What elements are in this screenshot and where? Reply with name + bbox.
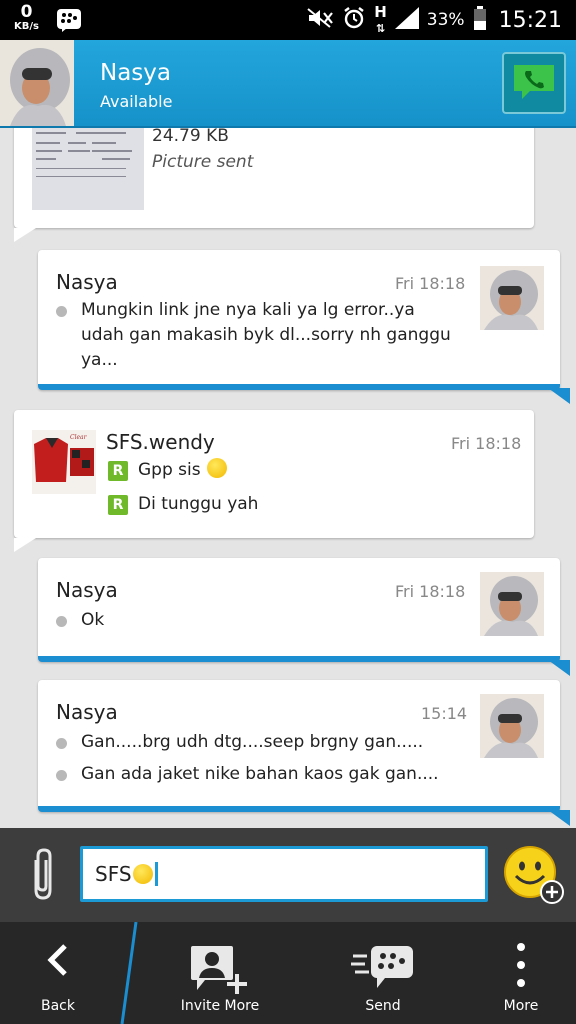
message-text: Ok xyxy=(81,610,105,630)
bullet-icon xyxy=(56,306,67,317)
bbm-send-icon xyxy=(351,944,415,994)
text-cursor xyxy=(154,862,158,886)
call-button[interactable] xyxy=(502,52,566,114)
message-sender: Nasya xyxy=(56,700,118,724)
status-bar: 0 KB/s H ⇅ 33% 15:21 xyxy=(0,0,576,40)
more-label: More xyxy=(503,998,539,1014)
bullet-icon xyxy=(56,738,67,749)
paperclip-icon[interactable] xyxy=(28,846,58,908)
chat-header: Nasya Available xyxy=(0,40,576,128)
back-label: Back xyxy=(41,998,75,1014)
bullet-icon xyxy=(56,770,67,781)
bubble-tail xyxy=(548,810,570,826)
network-speed: 0 KB/s xyxy=(14,4,39,32)
message-input[interactable]: SFS xyxy=(80,846,488,902)
picture-thumbnail[interactable] xyxy=(32,128,144,210)
bubble-tail xyxy=(14,538,36,552)
more-button[interactable]: More xyxy=(466,922,576,1024)
phone-icon xyxy=(512,61,556,105)
action-bar-divider xyxy=(120,922,138,1024)
sender-avatar: Clear xyxy=(32,430,96,494)
message-input-value: SFS xyxy=(95,862,132,886)
message-sender: Nasya xyxy=(56,578,118,602)
send-label: Send xyxy=(365,998,401,1014)
grin-emoji-icon xyxy=(206,458,227,478)
bubble-tail xyxy=(548,388,570,404)
message-list[interactable]: 24.79 KB Picture sent Nasya Fri 18:18 Mu… xyxy=(0,128,576,828)
message-time: Fri 18:18 xyxy=(395,274,466,293)
invite-more-button[interactable]: Invite More xyxy=(140,922,300,1024)
message-line: R Di tunggu yah xyxy=(108,492,258,517)
invite-more-label: Invite More xyxy=(180,998,260,1014)
message-bubble-picture[interactable]: 24.79 KB Picture sent xyxy=(14,128,534,242)
message-text: udah gan makasih byk dl...sorry nh gangg… xyxy=(81,325,451,345)
message-text: Gpp sis xyxy=(138,460,201,480)
alarm-icon xyxy=(342,6,366,34)
send-button[interactable]: Send xyxy=(322,922,444,1024)
composer: SFS xyxy=(0,828,576,922)
message-bubble-outgoing[interactable]: Clear SFS.wendy Fri 18:18 R Gpp sis R Di… xyxy=(14,410,534,552)
sender-avatar xyxy=(480,572,544,636)
message-bubble-incoming[interactable]: Nasya Fri 18:18 Mungkin link jne nya kal… xyxy=(38,250,570,404)
network-speed-unit: KB/s xyxy=(14,21,39,32)
message-time: Fri 18:18 xyxy=(451,434,522,453)
message-text: Di tunggu yah xyxy=(138,494,259,514)
message-time: 15:14 xyxy=(421,704,468,723)
bubble-tail xyxy=(14,228,36,242)
overflow-menu-icon xyxy=(515,942,527,992)
network-type-icon: H ⇅ xyxy=(374,3,387,35)
clock: 15:21 xyxy=(498,7,562,33)
add-contact-icon xyxy=(189,944,251,998)
message-text: Mungkin link jne nya kali ya lg error..y… xyxy=(81,300,415,320)
mute-icon xyxy=(306,7,334,33)
back-button[interactable]: Back xyxy=(0,922,116,1024)
signal-icon xyxy=(394,7,419,33)
message-line: Ok xyxy=(56,608,104,633)
network-type-label: H xyxy=(374,3,387,21)
network-speed-value: 0 xyxy=(20,2,33,22)
battery-icon xyxy=(473,6,487,34)
read-receipt-icon: R xyxy=(108,461,128,481)
bullet-icon xyxy=(56,616,67,627)
emoji-picker-button[interactable] xyxy=(502,844,566,910)
bubble-tail xyxy=(548,660,570,676)
message-bubble-incoming[interactable]: Nasya Fri 18:18 Ok xyxy=(38,558,570,676)
svg-text:Clear: Clear xyxy=(70,434,88,441)
bbm-notification-icon xyxy=(56,8,82,36)
picture-status: Picture sent xyxy=(152,152,254,172)
message-sender: SFS.wendy xyxy=(106,430,215,454)
message-text: ya... xyxy=(81,350,118,370)
grin-emoji-icon xyxy=(132,864,153,884)
action-bar: Back Invite More Send More xyxy=(0,922,576,1024)
sender-avatar xyxy=(480,266,544,330)
battery-percent: 33% xyxy=(426,10,465,30)
message-time: Fri 18:18 xyxy=(395,582,466,601)
contact-avatar[interactable] xyxy=(0,40,74,126)
sender-avatar xyxy=(480,694,544,758)
message-text: Gan.....brg udh dtg....seep brgny gan...… xyxy=(81,732,424,752)
back-arrow-icon xyxy=(43,940,73,984)
file-size: 24.79 KB xyxy=(152,128,229,146)
contact-status: Available xyxy=(100,92,173,111)
message-sender: Nasya xyxy=(56,270,118,294)
message-bubble-incoming[interactable]: Nasya 15:14 Gan.....brg udh dtg....seep … xyxy=(38,680,570,826)
message-line: Gan.....brg udh dtg....seep brgny gan...… xyxy=(56,730,423,755)
message-text: Gan ada jaket nike bahan kaos gak gan...… xyxy=(81,764,439,784)
contact-name: Nasya xyxy=(100,60,171,86)
read-receipt-icon: R xyxy=(108,495,128,515)
message-line: R Gpp sis xyxy=(108,458,227,483)
message-line: Gan ada jaket nike bahan kaos gak gan...… xyxy=(56,762,439,787)
message-line: Mungkin link jne nya kali ya lg error..y… xyxy=(56,298,451,373)
